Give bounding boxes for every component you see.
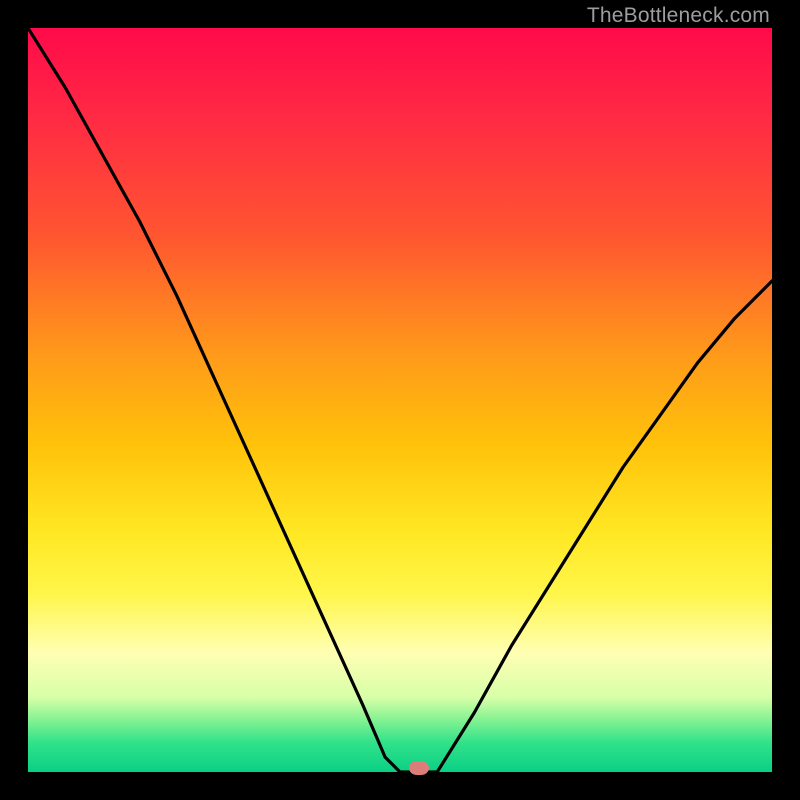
optimum-marker <box>409 761 429 775</box>
plot-area <box>28 28 772 772</box>
chart-frame: TheBottleneck.com <box>0 0 800 800</box>
bottleneck-curve <box>28 28 772 772</box>
watermark-text: TheBottleneck.com <box>587 4 770 28</box>
